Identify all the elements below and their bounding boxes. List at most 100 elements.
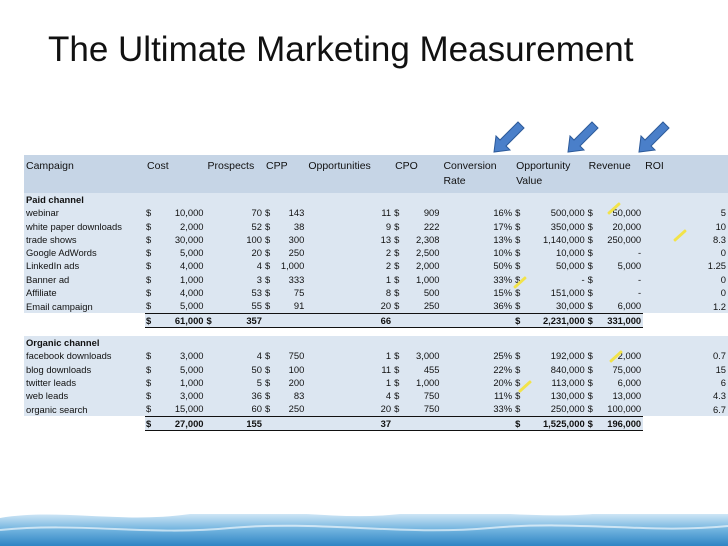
- cell-cost: 2,000: [159, 219, 206, 233]
- cell-cpo: 909: [405, 206, 442, 220]
- cell-revenue: -: [598, 286, 644, 300]
- cell-cpp: 250: [276, 246, 307, 260]
- total-opportunity-value: 1,525,000: [526, 415, 587, 432]
- cell-spacer: [441, 312, 515, 328]
- cell-prospects: 4: [223, 259, 264, 273]
- cell-conversion-rate: 36%: [441, 299, 515, 314]
- table-row: Email campaign $5,000 55 $91 20 $250 36% $30,00…: [24, 299, 728, 314]
- cell-cpo: 1,000: [405, 272, 442, 287]
- cell-cost: 5,000: [159, 362, 206, 376]
- cell-revenue-currency: $: [586, 219, 599, 233]
- cell-campaign: facebook downloads: [24, 349, 146, 363]
- cell-spacer: [405, 415, 442, 432]
- cell-cpo-currency: $: [393, 206, 406, 220]
- header-opportunity-value: Opportunity Value: [514, 155, 587, 193]
- cell-opportunity-value: 350,000: [526, 219, 587, 233]
- cell-opportunities: 9: [306, 219, 394, 233]
- cell-cpo: 2,308: [405, 232, 442, 247]
- table-row: blog downloads $5,000 50 $100 11 $455 22% $840,…: [24, 362, 728, 376]
- cell-prospects: 3: [223, 272, 264, 287]
- cell-roi: 6.7: [643, 402, 728, 417]
- cell-conversion-rate: 17%: [441, 219, 515, 233]
- cell-cpp: 75: [276, 286, 307, 300]
- blue-arrow-icon: [567, 121, 599, 153]
- cell-roi: 0: [643, 246, 728, 260]
- cell-conversion-rate: 33%: [441, 272, 515, 287]
- cell-opportunity-value-currency: $: [514, 402, 527, 417]
- cell-opportunity-value-currency: $: [514, 259, 527, 273]
- header-campaign: Campaign: [24, 155, 146, 193]
- cell-conversion-rate: 25%: [441, 349, 515, 363]
- cell-cpo-currency: $: [393, 259, 406, 273]
- total-opportunity-value-currency: $: [514, 415, 527, 432]
- cell-spacer: [441, 415, 515, 432]
- cell-revenue-currency: $: [586, 375, 599, 390]
- cell-cpp: 250: [276, 402, 307, 417]
- cell-cpo: 2,000: [405, 259, 442, 273]
- table-row: twitter leads $1,000 5 $200 1 $1,000 20% $113,0…: [24, 375, 728, 390]
- cell-spacer: [263, 312, 277, 328]
- cell-prospects: 4: [223, 349, 264, 363]
- cell-spacer: [205, 415, 224, 432]
- cell-blank: [24, 313, 146, 328]
- cell-revenue-currency: $: [586, 402, 599, 417]
- cell-cpo-currency: $: [393, 375, 406, 390]
- decorative-water-footer: [0, 500, 728, 546]
- cell-cost-currency: $: [145, 246, 160, 260]
- slide-title: The Ultimate Marketing Measurement: [48, 30, 634, 69]
- header-conversion-rate: Conversion Rate: [441, 155, 515, 193]
- cell-cost: 3,000: [159, 389, 206, 403]
- cell-cost-currency: $: [145, 286, 160, 300]
- cell-campaign: twitter leads: [24, 375, 146, 390]
- cell-cpo: 2,500: [405, 246, 442, 260]
- cell-blank: [643, 416, 728, 431]
- cell-spacer: [205, 232, 224, 247]
- cell-spacer: [205, 272, 224, 287]
- cell-campaign: organic search: [24, 402, 146, 417]
- cell-prospects: 5: [223, 375, 264, 390]
- total-revenue-currency: $: [586, 415, 599, 432]
- header-prospects: Prospects: [205, 155, 264, 193]
- cell-conversion-rate: 50%: [441, 259, 515, 273]
- cell-opportunities: 2: [306, 259, 394, 273]
- gap-cell: [24, 327, 728, 336]
- cell-campaign: Banner ad: [24, 272, 146, 287]
- cell-opportunity-value: 50,000: [526, 259, 587, 273]
- cell-cpp-currency: $: [263, 259, 277, 273]
- cell-conversion-rate: 10%: [441, 246, 515, 260]
- cell-blank: [24, 416, 146, 431]
- total-cost-currency: $: [145, 415, 160, 432]
- cell-revenue: 250,000: [598, 232, 644, 247]
- cell-cost-currency: $: [145, 299, 160, 314]
- cell-spacer: [205, 206, 224, 220]
- cell-campaign: LinkedIn ads: [24, 259, 146, 273]
- cell-cpo: 1,000: [405, 375, 442, 390]
- total-opportunity-value: 2,231,000: [526, 312, 587, 328]
- cell-campaign: white paper downloads: [24, 219, 146, 233]
- cell-spacer: [205, 286, 224, 300]
- cell-cost-currency: $: [145, 259, 160, 273]
- cell-opportunity-value-currency: $: [514, 349, 527, 363]
- table-row: Google AdWords $5,000 20 $250 2 $2,500 10% $10,…: [24, 246, 728, 260]
- total-cost-currency: $: [145, 312, 160, 328]
- cell-cpp-currency: $: [263, 362, 277, 376]
- cell-opportunities: 1: [306, 375, 394, 390]
- cell-prospects: 52: [223, 219, 264, 233]
- cell-conversion-rate: 15%: [441, 286, 515, 300]
- table-header-row: Campaign Cost Prospects CPP Opportunitie…: [24, 155, 728, 193]
- cell-roi: 6: [643, 375, 728, 390]
- cell-cost: 30,000: [159, 232, 206, 247]
- cell-cpp: 100: [276, 362, 307, 376]
- section-row-organic: Organic channel: [24, 335, 728, 350]
- cell-cpp: 91: [276, 299, 307, 314]
- cell-revenue-currency: $: [586, 206, 599, 220]
- section-label: Organic channel: [24, 335, 728, 350]
- cell-revenue-currency: $: [586, 232, 599, 247]
- cell-opportunity-value: 113,000: [526, 375, 587, 390]
- cell-cpp-currency: $: [263, 232, 277, 247]
- cell-opportunities: 2: [306, 246, 394, 260]
- cell-cpo-currency: $: [393, 286, 406, 300]
- cell-cpo: 3,000: [405, 349, 442, 363]
- cell-cpo: 222: [405, 219, 442, 233]
- cell-opportunity-value-currency: $: [514, 246, 527, 260]
